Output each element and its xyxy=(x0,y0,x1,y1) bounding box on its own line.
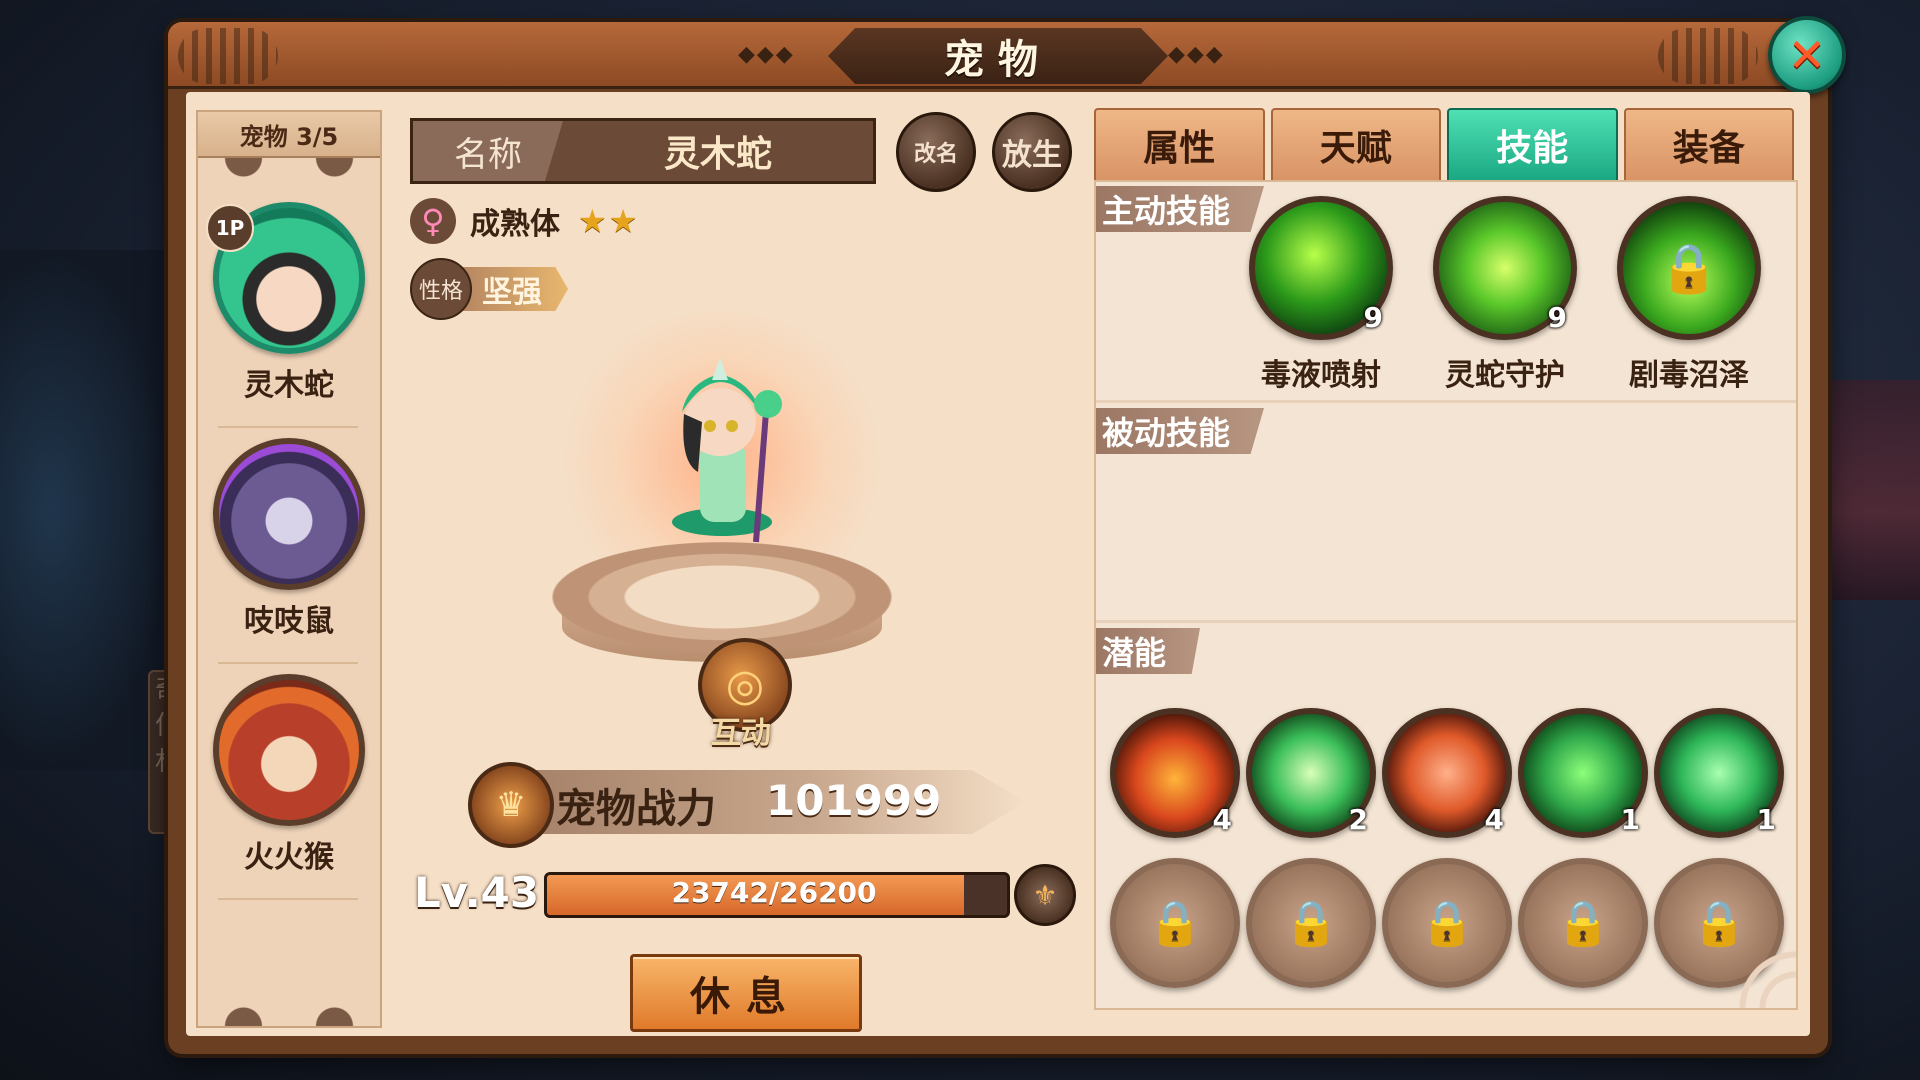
lock-icon: 🔒 xyxy=(1147,898,1203,949)
release-label: 放生 xyxy=(1002,138,1062,173)
interact-label: 互动 xyxy=(711,716,771,751)
potential-level: 4 xyxy=(1212,803,1232,836)
window-title: 宠物 xyxy=(944,37,1052,83)
passive-skills-title: 被动技能 xyxy=(1096,408,1265,454)
divider xyxy=(218,898,358,900)
title-dots-right: ◆◆◆ xyxy=(1168,42,1225,67)
lock-icon: 🔒 xyxy=(1659,240,1719,297)
potential-title: 潜能 xyxy=(1096,628,1201,674)
power-value: 101999 xyxy=(766,776,942,825)
pet-name-value: 灵木蛇 xyxy=(663,134,772,175)
locked-potential-slot[interactable]: 🔒 xyxy=(1246,858,1376,988)
skill-toxic-swamp[interactable]: 🔒 剧毒沼泽 xyxy=(1614,196,1764,394)
pet-name: 吱吱鼠 xyxy=(244,604,334,639)
poison-spray-icon: 9 xyxy=(1249,196,1393,340)
player-badge: 1P xyxy=(206,204,254,252)
tab-skills[interactable]: 技能 xyxy=(1447,108,1618,180)
skill-snake-guard[interactable]: 9 灵蛇守护 xyxy=(1430,196,1580,394)
level-up-icon: ⚜ xyxy=(1032,878,1058,912)
corner-ornament-left xyxy=(178,28,278,84)
exp-text: 23742/26200 xyxy=(671,876,877,909)
close-button[interactable]: ✕ xyxy=(1768,16,1846,94)
skill-poison-spray[interactable]: 9 毒液喷射 xyxy=(1246,196,1396,394)
nature-row: 性格 坚强 xyxy=(410,258,568,320)
green-shield-icon[interactable]: 1 xyxy=(1518,708,1648,838)
toxic-swamp-icon: 🔒 xyxy=(1617,196,1761,340)
star-rating: ★★ xyxy=(578,202,640,240)
skill-name: 灵蛇守护 xyxy=(1445,358,1565,393)
wind-dash-icon[interactable]: 2 xyxy=(1246,708,1376,838)
pet-name: 火火猴 xyxy=(244,840,334,875)
fire-beast-icon[interactable]: 4 xyxy=(1110,708,1240,838)
nature-tag: 性格 xyxy=(410,258,472,320)
divider xyxy=(218,662,358,664)
background-scenery xyxy=(0,250,170,770)
power-icon: ♛ xyxy=(468,762,554,848)
fire-heart-icon[interactable]: 4 xyxy=(1382,708,1512,838)
skill-name: 毒液喷射 xyxy=(1261,358,1381,393)
pet-name-bar: 名称 灵木蛇 xyxy=(410,118,876,184)
potential-level: 1 xyxy=(1620,803,1640,836)
pet-window: ◆◆◆ 宠物 ◆◆◆ ✕ 宠物 3/5 1P 灵木蛇 吱吱鼠 火火猴 名称 灵木… xyxy=(168,16,1846,1054)
snake-pet-figure xyxy=(672,358,782,543)
stage-row: ♀ 成熟体 ★★ xyxy=(410,198,639,244)
main-panel: 宠物 3/5 1P 灵木蛇 吱吱鼠 火火猴 名称 灵木蛇 改名 放生 ♀ 成熟体… xyxy=(186,92,1810,1036)
skill-name: 剧毒沼泽 xyxy=(1629,358,1749,393)
female-icon: ♀ xyxy=(410,198,456,244)
level-label: Lv.43 xyxy=(414,868,540,917)
swirl-icon: ◎ xyxy=(725,659,765,711)
active-skills-title: 主动技能 xyxy=(1096,186,1265,232)
title-dots-left: ◆◆◆ xyxy=(738,42,795,67)
tab-bar: 属性 天赋 技能 装备 xyxy=(1094,108,1794,180)
green-heart-icon[interactable]: 1 xyxy=(1654,708,1784,838)
background-building xyxy=(1830,380,1920,600)
corner-ornament-right xyxy=(1658,28,1758,84)
level-up-button[interactable]: ⚜ xyxy=(1014,864,1076,926)
lock-icon: 🔒 xyxy=(1419,898,1475,949)
mouse-pet-avatar xyxy=(213,438,365,590)
potential-level: 2 xyxy=(1348,803,1368,836)
skill-level: 9 xyxy=(1547,301,1567,334)
cloud-pattern xyxy=(1636,928,1796,1008)
pet-list-item[interactable]: 火火猴 xyxy=(198,674,380,900)
wave-ornament-bottom xyxy=(198,992,380,1026)
pet-list: 宠物 3/5 1P 灵木蛇 吱吱鼠 火火猴 xyxy=(196,110,382,1028)
skill-level: 9 xyxy=(1363,301,1383,334)
growth-stage: 成熟体 xyxy=(470,207,560,242)
potential-level: 1 xyxy=(1756,803,1776,836)
close-icon: ✕ xyxy=(1787,28,1827,82)
divider xyxy=(1096,400,1796,403)
lock-icon: 🔒 xyxy=(1555,898,1611,949)
rename-button[interactable]: 改名 xyxy=(896,112,976,192)
divider xyxy=(218,426,358,428)
rename-icon: 改名 xyxy=(913,142,958,167)
pet-display-stage xyxy=(512,312,932,692)
skills-panel: 主动技能 9 毒液喷射 9 灵蛇守护 🔒 剧毒沼泽 被动技能 潜能 4 2 4 … xyxy=(1094,180,1798,1010)
snake-guard-icon: 9 xyxy=(1433,196,1577,340)
pet-name: 灵木蛇 xyxy=(244,368,334,403)
tab-equipment[interactable]: 装备 xyxy=(1623,108,1794,180)
pedestal xyxy=(552,542,892,652)
tab-talent[interactable]: 天赋 xyxy=(1270,108,1441,180)
potential-level: 4 xyxy=(1484,803,1504,836)
nature-value: 坚强 xyxy=(462,267,568,311)
locked-potential-slot[interactable]: 🔒 xyxy=(1382,858,1512,988)
release-button[interactable]: 放生 xyxy=(992,112,1072,192)
locked-potential-slot[interactable]: 🔒 xyxy=(1518,858,1648,988)
name-label: 名称 xyxy=(413,121,563,181)
divider xyxy=(1096,620,1796,623)
title-plate: 宠物 xyxy=(828,28,1168,84)
pet-list-item[interactable]: 吱吱鼠 xyxy=(198,438,380,664)
title-bar: ◆◆◆ 宠物 ◆◆◆ xyxy=(168,22,1828,89)
pet-count: 宠物 3/5 xyxy=(198,112,380,158)
wave-ornament-top xyxy=(198,158,380,192)
lock-icon: 🔒 xyxy=(1283,898,1339,949)
tab-attributes[interactable]: 属性 xyxy=(1094,108,1265,180)
rest-button[interactable]: 休息 xyxy=(630,954,862,1032)
power-label: 宠物战力 xyxy=(556,786,716,832)
locked-potential-slot[interactable]: 🔒 xyxy=(1110,858,1240,988)
pet-list-item[interactable]: 1P 灵木蛇 xyxy=(198,202,380,428)
monkey-pet-avatar xyxy=(213,674,365,826)
